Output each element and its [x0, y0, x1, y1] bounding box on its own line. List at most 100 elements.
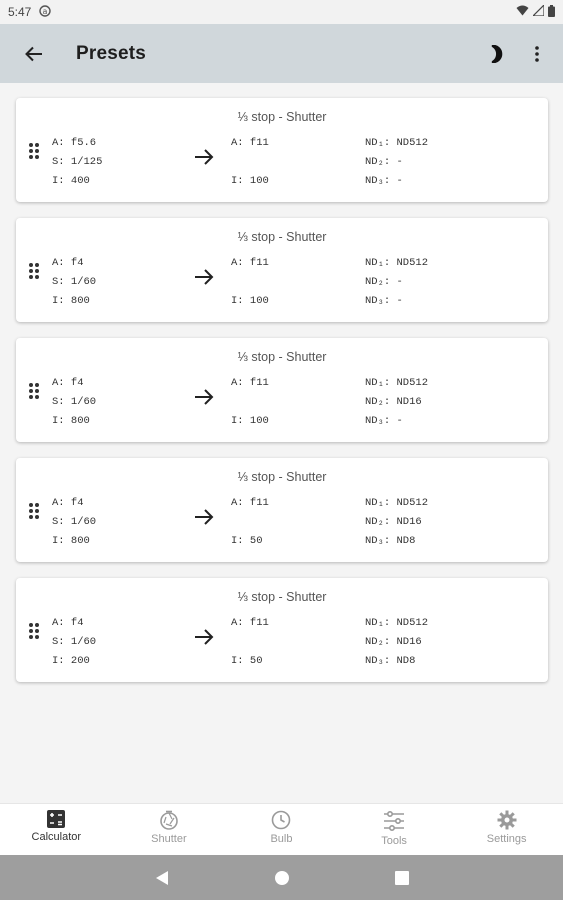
source-settings: A: f4 S: 1/60 I: 800	[52, 494, 96, 551]
status-bar: 5:47 a	[0, 0, 563, 24]
target-iso: I: 50	[231, 535, 263, 547]
target-settings: A: f11 I: 100	[231, 374, 269, 431]
source-settings: A: f4 S: 1/60 I: 800	[52, 374, 96, 431]
bottom-navigation: Calculator Shutter Bulb Tools Settings	[0, 803, 563, 855]
status-time: 5:47	[8, 5, 32, 19]
target-settings: A: f11 I: 50	[231, 614, 269, 671]
nav-label: Settings	[486, 833, 527, 845]
source-iso: I: 800	[52, 415, 90, 427]
calculator-icon	[47, 810, 66, 828]
nd-filter-1: ND₁: ND512	[365, 257, 429, 269]
system-navigation-bar	[0, 855, 563, 900]
preset-title: ⅓ stop - Shutter	[237, 110, 327, 124]
nd-filter-1: ND₁: ND512	[365, 377, 429, 389]
nd-filter-1: ND₁: ND512	[365, 137, 429, 149]
source-aperture: A: f4	[52, 377, 84, 389]
nd-filter-3: ND₃: -	[365, 295, 403, 307]
nd-filters: ND₁: ND512 ND₂: - ND₃: -	[365, 254, 428, 311]
svg-text:a: a	[43, 7, 48, 16]
arrow-right-icon	[195, 509, 214, 525]
source-iso: I: 400	[52, 175, 90, 187]
source-aperture: A: f4	[52, 257, 84, 269]
nd-filter-2: ND₂: ND16	[365, 516, 422, 528]
nav-calculator[interactable]: Calculator	[0, 804, 113, 855]
sync-icon: a	[39, 4, 52, 20]
source-shutter: S: 1/60	[52, 396, 97, 408]
arrow-right-icon	[195, 629, 214, 645]
source-aperture: A: f4	[52, 497, 84, 509]
target-settings: A: f11 I: 50	[231, 494, 269, 551]
source-iso: I: 800	[52, 295, 90, 307]
nav-label: Tools	[381, 835, 407, 847]
source-aperture: A: f4	[52, 617, 84, 629]
nav-bulb[interactable]: Bulb	[225, 804, 338, 855]
nd-filters: ND₁: ND512 ND₂: ND16 ND₃: ND8	[365, 494, 428, 551]
signal-icon	[531, 3, 545, 19]
page-title: Presets	[76, 42, 147, 64]
preset-title: ⅓ stop - Shutter	[237, 470, 327, 484]
system-home-button[interactable]	[222, 855, 342, 900]
drag-handle-icon[interactable]	[28, 502, 42, 520]
target-iso: I: 100	[231, 295, 269, 307]
drag-handle-icon[interactable]	[28, 142, 42, 160]
source-settings: A: f4 S: 1/60 I: 200	[52, 614, 96, 671]
drag-handle-icon[interactable]	[28, 262, 42, 280]
preset-card[interactable]: ⅓ stop - Shutter A: f4 S: 1/60 I: 800 A:…	[16, 338, 548, 442]
nd-filter-2: ND₂: ND16	[365, 396, 422, 408]
target-aperture: A: f11	[231, 497, 269, 509]
preset-card[interactable]: ⅓ stop - Shutter A: f4 S: 1/60 I: 200 A:…	[16, 578, 548, 682]
back-button[interactable]	[10, 30, 58, 78]
circle-home-icon	[274, 870, 289, 885]
arrow-back-icon	[25, 46, 42, 61]
nd-filter-2: ND₂: ND16	[365, 636, 422, 648]
nav-settings[interactable]: Settings	[450, 804, 563, 855]
nd-filter-2: ND₂: -	[365, 156, 403, 168]
system-recents-button[interactable]	[342, 855, 462, 900]
arrow-right-icon	[195, 269, 214, 285]
preset-list: ⅓ stop - Shutter A: f5.6 S: 1/125 I: 400…	[16, 98, 548, 698]
source-shutter: S: 1/60	[52, 516, 97, 528]
arrow-right-icon	[195, 149, 214, 165]
more-options-button[interactable]	[517, 32, 557, 76]
more-vert-icon	[535, 45, 539, 62]
preset-title: ⅓ stop - Shutter	[237, 590, 327, 604]
nd-filter-1: ND₁: ND512	[365, 617, 429, 629]
target-aperture: A: f11	[231, 617, 269, 629]
target-settings: A: f11 I: 100	[231, 254, 269, 311]
nd-filters: ND₁: ND512 ND₂: ND16 ND₃: ND8	[365, 614, 428, 671]
source-aperture: A: f5.6	[52, 137, 97, 149]
source-iso: I: 200	[52, 655, 90, 667]
target-shutter	[231, 153, 269, 172]
nd-filters: ND₁: ND512 ND₂: ND16 ND₃: -	[365, 374, 428, 431]
source-shutter: S: 1/125	[52, 156, 103, 168]
preset-card[interactable]: ⅓ stop - Shutter A: f4 S: 1/60 I: 800 A:…	[16, 458, 548, 562]
target-aperture: A: f11	[231, 257, 269, 269]
moon-icon	[491, 44, 503, 63]
nd-filter-3: ND₃: -	[365, 175, 403, 187]
nd-filter-2: ND₂: -	[365, 276, 403, 288]
target-settings: A: f11 I: 100	[231, 134, 269, 191]
preset-title: ⅓ stop - Shutter	[237, 230, 327, 244]
preset-card[interactable]: ⅓ stop - Shutter A: f4 S: 1/60 I: 800 A:…	[16, 218, 548, 322]
nd-filter-3: ND₃: ND8	[365, 655, 416, 667]
source-iso: I: 800	[52, 535, 90, 547]
system-back-button[interactable]	[102, 855, 222, 900]
drag-handle-icon[interactable]	[28, 622, 42, 640]
square-recents-icon	[394, 870, 409, 885]
nav-shutter[interactable]: Shutter	[113, 804, 226, 855]
nd-filters: ND₁: ND512 ND₂: - ND₃: -	[365, 134, 428, 191]
source-settings: A: f5.6 S: 1/125 I: 400	[52, 134, 102, 191]
app-bar: Presets	[0, 24, 563, 83]
nd-filter-1: ND₁: ND512	[365, 497, 429, 509]
drag-handle-icon[interactable]	[28, 382, 42, 400]
nav-tools[interactable]: Tools	[338, 804, 451, 855]
theme-toggle-button[interactable]	[477, 32, 517, 76]
target-aperture: A: f11	[231, 137, 269, 149]
preset-card[interactable]: ⅓ stop - Shutter A: f5.6 S: 1/125 I: 400…	[16, 98, 548, 202]
nav-label: Shutter	[151, 833, 187, 845]
clock-icon	[272, 810, 291, 830]
nav-label: Calculator	[31, 831, 82, 843]
source-shutter: S: 1/60	[52, 636, 97, 648]
target-shutter	[231, 393, 269, 412]
target-shutter	[231, 273, 269, 292]
